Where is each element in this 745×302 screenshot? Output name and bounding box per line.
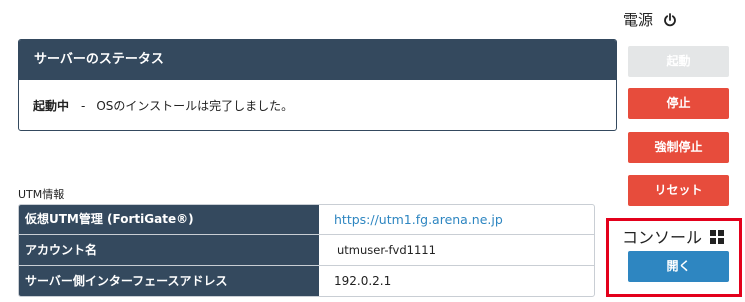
force-stop-button[interactable]: 強制停止 [628, 132, 729, 163]
table-row: 仮想UTM管理 (FortiGate®) https://utm1.fg.are… [19, 205, 594, 234]
open-console-button[interactable]: 開く [628, 251, 729, 282]
table-row: アカウント名 utmuser-fvd1111 [19, 234, 594, 265]
console-title-label: コンソール [622, 228, 703, 247]
utm-info-title: UTM情報 [18, 188, 65, 201]
server-state: 起動中 [33, 99, 70, 113]
start-button[interactable]: 起動 [628, 46, 729, 77]
table-row: サーバー側インターフェースアドレス 192.0.2.1 [19, 265, 594, 296]
power-icon [663, 12, 677, 27]
server-interface-address-label: サーバー側インターフェースアドレス [19, 266, 319, 296]
windows-grid-icon [710, 229, 725, 244]
server-interface-address-value: 192.0.2.1 [334, 274, 392, 288]
power-title-label: 電源 [623, 11, 654, 29]
server-status-body: 起動中 - OSのインストールは完了しました。 [19, 80, 616, 114]
console-section-title: コンソール [622, 224, 725, 248]
server-status-header: サーバーのステータス [19, 40, 616, 80]
status-separator: - [81, 99, 86, 113]
account-name-value: utmuser-fvd1111 [337, 243, 436, 257]
stop-button[interactable]: 停止 [628, 88, 729, 119]
server-status-message: OSのインストールは完了しました。 [96, 99, 294, 113]
server-control-page: サーバーのステータス 起動中 - OSのインストールは完了しました。 UTM情報 仮… [0, 0, 745, 302]
utm-management-label: 仮想UTM管理 (FortiGate®) [19, 205, 319, 234]
utm-info-table: 仮想UTM管理 (FortiGate®) https://utm1.fg.are… [18, 204, 595, 297]
account-name-label: アカウント名 [19, 235, 319, 265]
reset-button[interactable]: リセット [628, 175, 729, 206]
utm-management-link[interactable]: https://utm1.fg.arena.ne.jp [319, 205, 594, 234]
power-section-title: 電源 [623, 9, 677, 30]
server-status-panel: サーバーのステータス 起動中 - OSのインストールは完了しました。 [18, 39, 617, 131]
